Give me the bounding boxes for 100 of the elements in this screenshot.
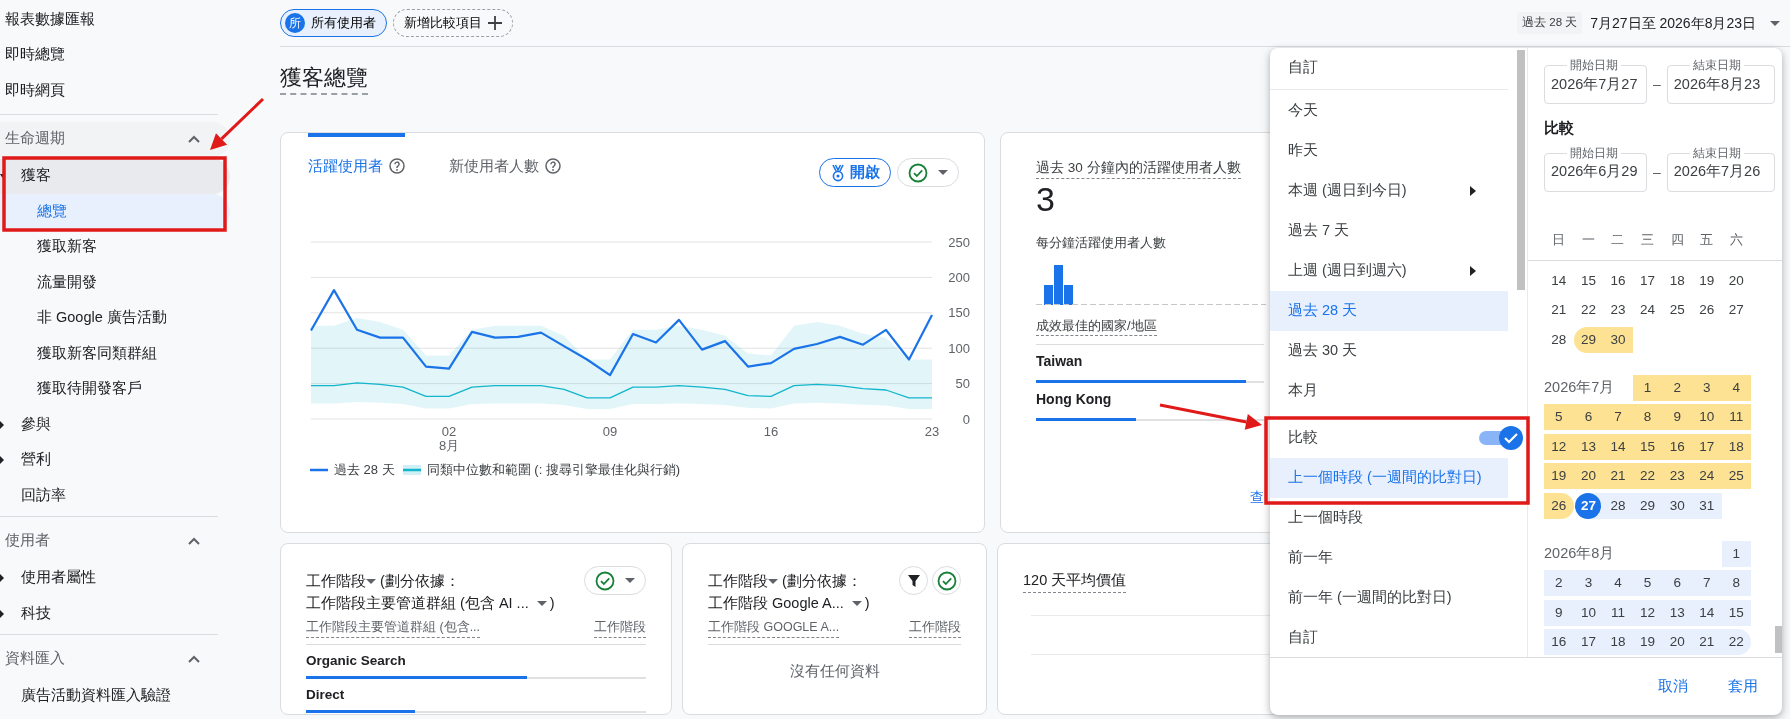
calendar-day[interactable]: 25	[1721, 463, 1752, 490]
menu-item[interactable]: 自訂	[1270, 618, 1508, 658]
calendar-day[interactable]: 18	[1603, 629, 1633, 656]
calendar-day[interactable]: 29	[1632, 492, 1663, 519]
compare-toggle[interactable]	[1479, 425, 1525, 451]
calendar-day[interactable]: 19	[1544, 463, 1574, 490]
calendar-day[interactable]: 1	[1721, 540, 1752, 567]
calendar-day[interactable]: 18	[1662, 267, 1692, 294]
menu-item[interactable]: 自訂	[1270, 48, 1508, 88]
calendar-day[interactable]: 6	[1573, 404, 1604, 431]
calendar-day[interactable]: 2	[1544, 570, 1574, 597]
nav-item[interactable]: 獲取新客	[0, 229, 230, 265]
calendar-day[interactable]: 22	[1632, 463, 1663, 490]
calendar-day[interactable]: 16	[1544, 629, 1574, 656]
calendar-day[interactable]: 3	[1691, 374, 1722, 401]
segment-chip[interactable]: 所 所有使用者	[280, 9, 387, 37]
calendar-day[interactable]: 31	[1691, 492, 1722, 519]
calendar-day[interactable]: 21	[1603, 463, 1633, 490]
column-header[interactable]: 工作階段	[594, 618, 646, 638]
menu-item[interactable]: 今天	[1270, 91, 1508, 131]
dimension-dropdown[interactable]: 工作階段主要管道群組 (包含 AI ...	[306, 592, 547, 614]
nav-item[interactable]: 使用者屬性	[0, 560, 230, 596]
calendar-day[interactable]: 16	[1603, 267, 1633, 294]
scrollbar[interactable]	[1775, 626, 1782, 653]
comparison-menu-button[interactable]	[584, 566, 646, 595]
nav-item[interactable]: 獲客	[0, 158, 230, 194]
calendar-day[interactable]: 2	[1662, 374, 1692, 401]
calendar-day[interactable]: 23	[1662, 463, 1692, 490]
text-button[interactable]: 取消	[1648, 669, 1698, 704]
calendar-day[interactable]: 17	[1691, 433, 1722, 460]
calendar-day[interactable]: 25	[1662, 297, 1692, 324]
menu-item[interactable]: 本週 (週日到今日)	[1270, 171, 1508, 211]
open-button[interactable]: 開啟	[819, 158, 891, 187]
calendar-day[interactable]: 21	[1691, 629, 1722, 656]
calendar-day[interactable]: 22	[1573, 297, 1604, 324]
menu-item[interactable]: 上週 (週日到週六)	[1270, 251, 1508, 291]
calendar-day[interactable]: 7	[1691, 570, 1722, 597]
nav-item[interactable]: 科技	[0, 596, 230, 632]
calendar-day[interactable]: 13	[1573, 433, 1604, 460]
nav-item[interactable]: 總覽	[0, 194, 230, 230]
calendar-day[interactable]: 19	[1691, 267, 1722, 294]
calendar-day[interactable]: 11	[1721, 404, 1752, 431]
calendar-day[interactable]: 21	[1544, 297, 1574, 324]
calendar-day[interactable]: 20	[1721, 267, 1752, 294]
menu-item[interactable]: 過去 28 天	[1270, 291, 1508, 331]
calendar-day[interactable]: 30	[1603, 326, 1633, 353]
calendar-day[interactable]: 16	[1662, 433, 1692, 460]
date-range-text[interactable]: 7月27日至 2026年8月23日	[1590, 12, 1756, 34]
text-button[interactable]: 套用	[1718, 669, 1768, 704]
metric-tab[interactable]: 活躍使用者	[308, 133, 405, 178]
calendar-day[interactable]: 15	[1721, 599, 1752, 626]
calendar-day[interactable]: 27	[1573, 492, 1604, 519]
menu-item[interactable]: 過去 7 天	[1270, 211, 1508, 251]
menu-item[interactable]: 本月	[1270, 371, 1508, 411]
nav-item[interactable]: 獲取新客同類群組	[0, 336, 230, 372]
calendar-day[interactable]: 29	[1573, 326, 1604, 353]
section-header[interactable]: 生命週期	[0, 121, 230, 157]
metric-dropdown[interactable]: 工作階段	[708, 570, 778, 592]
calendar-day[interactable]: 10	[1691, 404, 1722, 431]
calendar-day[interactable]: 24	[1691, 463, 1722, 490]
nav-link[interactable]: 即時總覽	[0, 37, 230, 73]
calendar-day[interactable]: 7	[1603, 404, 1633, 431]
calendar-day[interactable]: 28	[1603, 492, 1633, 519]
calendar-day[interactable]: 20	[1662, 629, 1692, 656]
metric-tab[interactable]: 新使用者人數	[449, 133, 561, 178]
column-header[interactable]: 工作階段主要管道群組 (包含...	[306, 618, 481, 638]
calendar-day[interactable]: 4	[1721, 374, 1752, 401]
calendar-day[interactable]: 3	[1573, 570, 1604, 597]
nav-item[interactable]: 非 Google 廣告活動	[0, 300, 230, 336]
nav-item[interactable]: 營利	[0, 442, 230, 478]
section-header[interactable]: 使用者	[0, 523, 230, 559]
menu-item[interactable]: 昨天	[1270, 131, 1508, 171]
calendar-day[interactable]: 30	[1662, 492, 1692, 519]
calendar-day[interactable]: 14	[1691, 599, 1722, 626]
calendar-day[interactable]: 26	[1544, 492, 1574, 519]
calendar-day[interactable]: 12	[1544, 433, 1574, 460]
comparison-button[interactable]	[932, 566, 961, 595]
scrollbar[interactable]	[1517, 50, 1525, 290]
section-header[interactable]: 資料匯入	[0, 641, 230, 677]
metric-dropdown[interactable]: 工作階段	[306, 570, 376, 592]
calendar-day[interactable]: 8	[1721, 570, 1752, 597]
calendar-day[interactable]: 15	[1632, 433, 1663, 460]
nav-item[interactable]: 回訪率	[0, 478, 230, 514]
calendar-day[interactable]: 26	[1691, 297, 1722, 324]
calendar-day[interactable]: 14	[1544, 267, 1574, 294]
calendar-day[interactable]: 17	[1632, 267, 1663, 294]
calendar-day[interactable]: 9	[1544, 599, 1574, 626]
menu-item[interactable]: 前一年 (一週間的比對日)	[1270, 578, 1508, 618]
calendar-day[interactable]: 1	[1632, 374, 1663, 401]
nav-item[interactable]: 流量開發	[0, 265, 230, 301]
nav-item[interactable]: 參與	[0, 407, 230, 443]
nav-item[interactable]: 獲取待開發客戶	[0, 371, 230, 407]
calendar-day[interactable]: 27	[1721, 297, 1752, 324]
calendar-day[interactable]: 18	[1721, 433, 1752, 460]
calendar-day[interactable]: 9	[1662, 404, 1692, 431]
nav-link[interactable]: 報表數據匯報	[0, 2, 230, 38]
calendar-day[interactable]: 19	[1632, 629, 1663, 656]
calendar-day[interactable]: 6	[1662, 570, 1692, 597]
menu-item[interactable]: 過去 30 天	[1270, 331, 1508, 371]
calendar-day[interactable]: 4	[1603, 570, 1633, 597]
